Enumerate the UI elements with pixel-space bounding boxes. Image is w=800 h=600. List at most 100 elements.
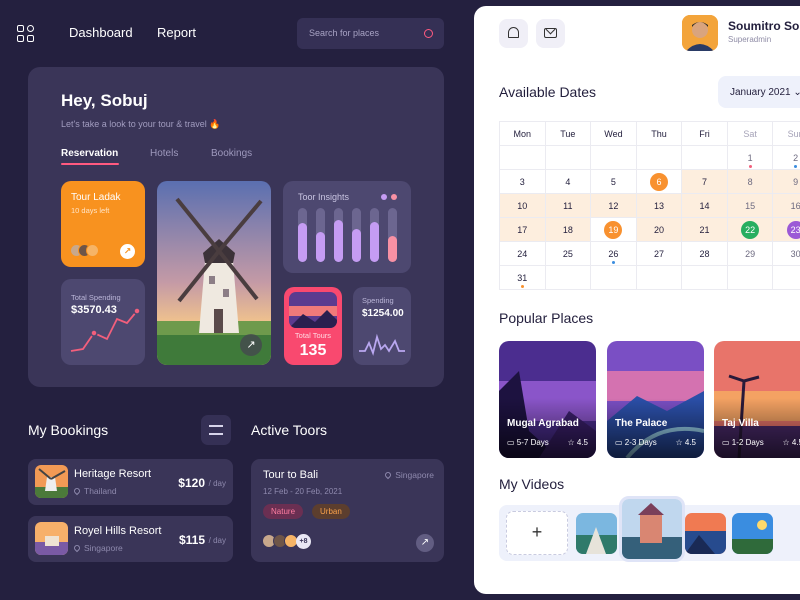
user-avatar[interactable] (682, 15, 718, 51)
month-selector[interactable]: January 2021 ⌄ (718, 76, 800, 108)
booking-price-unit: / day (208, 479, 226, 488)
video-thumbnail[interactable] (685, 513, 726, 554)
calendar-day[interactable]: 15 (726, 193, 774, 218)
booking-item[interactable]: Heritage Resort Thailand $120 / day (28, 459, 233, 505)
place-card[interactable]: The Palace ▭ 2-3 Days ☆ 4.5 (607, 341, 704, 458)
calendar-day[interactable]: 28 (681, 241, 728, 266)
calendar-day[interactable]: 7 (681, 169, 728, 194)
calendar-day[interactable]: 10 (499, 193, 546, 218)
calendar-day[interactable]: 27 (635, 241, 683, 266)
chevron-down-icon: ⌄ (793, 87, 800, 98)
place-duration: ▭ 1-2 Days (722, 438, 764, 447)
notifications-button[interactable] (499, 19, 528, 48)
calendar-day (681, 145, 728, 170)
calendar-day[interactable]: 16 (772, 193, 800, 218)
calendar-day[interactable]: 17 (499, 217, 546, 242)
filter-icon[interactable] (201, 415, 231, 445)
calendar-day[interactable]: 22 (726, 217, 774, 242)
tour-name: Tour to Bali (263, 469, 319, 481)
calendar-day[interactable]: 9 (772, 169, 800, 194)
calendar-day[interactable]: 1 (726, 145, 774, 170)
calendar-day[interactable]: 29 (726, 241, 774, 266)
calendar-day[interactable]: 5 (590, 169, 637, 194)
tab-hotels[interactable]: Hotels (150, 148, 178, 159)
calendar-day[interactable]: 3 (499, 169, 546, 194)
messages-button[interactable] (536, 19, 565, 48)
booking-thumbnail (35, 522, 68, 555)
booking-price: $120 (178, 476, 205, 490)
apps-grid-icon[interactable] (17, 25, 34, 42)
booking-name: Royel Hills Resort (74, 525, 162, 537)
place-rating: ☆ 4.5 (567, 438, 588, 447)
place-card[interactable]: Taj Villa ▭ 1-2 Days ☆ 4.5 (714, 341, 800, 458)
arrow-up-right-icon[interactable]: ↗ (120, 244, 135, 259)
search-input[interactable]: Search for places (297, 18, 444, 49)
calendar-day (590, 265, 637, 290)
weekday-header: Sat (726, 121, 774, 146)
legend-dot (381, 194, 387, 200)
calendar-day[interactable]: 11 (544, 193, 592, 218)
calendar-day[interactable]: 6 (635, 169, 683, 194)
calendar-day (544, 265, 592, 290)
spending-card: Spending $1254.00 (353, 287, 411, 365)
windmill-image-card[interactable]: ↗ (157, 181, 271, 365)
place-card[interactable]: Mugal Agrabad ▭ 5-7 Days ☆ 4.5 (499, 341, 596, 458)
calendar-day[interactable]: 21 (681, 217, 728, 242)
tour-insights-card: Toor Insights (283, 181, 411, 273)
tour-ladak-card[interactable]: Tour Ladak 10 days left ↗ (61, 181, 145, 267)
calendar-day[interactable]: 31 (499, 265, 546, 290)
insight-bar (370, 208, 379, 262)
calendar-day[interactable]: 12 (590, 193, 637, 218)
booking-location: Thailand (72, 486, 117, 496)
place-name: Taj Villa (722, 418, 759, 429)
calendar-day[interactable]: 8 (726, 169, 774, 194)
search-placeholder: Search for places (309, 28, 380, 38)
search-icon[interactable] (424, 29, 433, 38)
greeting: Hey, Sobuj (61, 91, 148, 110)
calendar-day[interactable]: 30 (772, 241, 800, 266)
calendar-day[interactable]: 26 (590, 241, 637, 266)
calendar-day[interactable]: 14 (681, 193, 728, 218)
my-videos-title: My Videos (499, 476, 565, 492)
location-pin-icon (383, 470, 393, 480)
calendar-day[interactable]: 4 (544, 169, 592, 194)
more-participants-count[interactable]: +8 (296, 534, 311, 549)
calendar-day[interactable]: 18 (544, 217, 592, 242)
calendar-day[interactable]: 23 (772, 217, 800, 242)
calendar-day[interactable]: 19 (590, 217, 637, 242)
active-tab-indicator (61, 163, 119, 165)
tab-bookings[interactable]: Bookings (211, 148, 252, 159)
arrow-up-right-icon[interactable]: ↗ (240, 334, 262, 356)
video-thumbnail[interactable] (619, 496, 685, 562)
booking-item[interactable]: Royel Hills Resort Singapore $115 / day (28, 516, 233, 562)
location-pin-icon (72, 543, 82, 553)
tour-location: Singapore (383, 470, 434, 480)
calendar-day (635, 265, 683, 290)
calendar-day[interactable]: 25 (544, 241, 592, 266)
place-name: The Palace (615, 418, 668, 429)
weekday-header: Tue (544, 121, 592, 146)
place-name: Mugal Agrabad (507, 418, 579, 429)
avatar (86, 244, 99, 257)
video-thumbnail[interactable] (576, 513, 617, 554)
calendar-day[interactable]: 20 (635, 217, 683, 242)
nav-report[interactable]: Report (157, 25, 196, 40)
calendar-grid: MonTueWedThuFriSatSun 123456789101112131… (499, 121, 800, 290)
calendar-day[interactable]: 2 (772, 145, 800, 170)
calendar-day[interactable]: 24 (499, 241, 546, 266)
popular-places-title: Popular Places (499, 310, 594, 326)
video-thumbnail[interactable] (732, 513, 773, 554)
user-name: Soumitro Sobuj (728, 19, 800, 33)
calendar-day[interactable]: 13 (635, 193, 683, 218)
tab-reservation[interactable]: Reservation (61, 148, 118, 159)
tour-days-left: 10 days left (71, 206, 110, 215)
booking-price: $115 (178, 533, 205, 547)
tag-chip[interactable]: Urban (312, 504, 350, 519)
arrow-up-right-icon[interactable]: ↗ (416, 534, 434, 552)
calendar-day (772, 265, 800, 290)
active-tour-card[interactable]: Tour to Bali Singapore 12 Feb - 20 Feb, … (251, 459, 444, 562)
nav-dashboard[interactable]: Dashboard (69, 25, 133, 40)
add-video-button[interactable]: + (506, 511, 568, 555)
tag-chip[interactable]: Nature (263, 504, 304, 519)
booking-thumbnail (35, 465, 68, 498)
